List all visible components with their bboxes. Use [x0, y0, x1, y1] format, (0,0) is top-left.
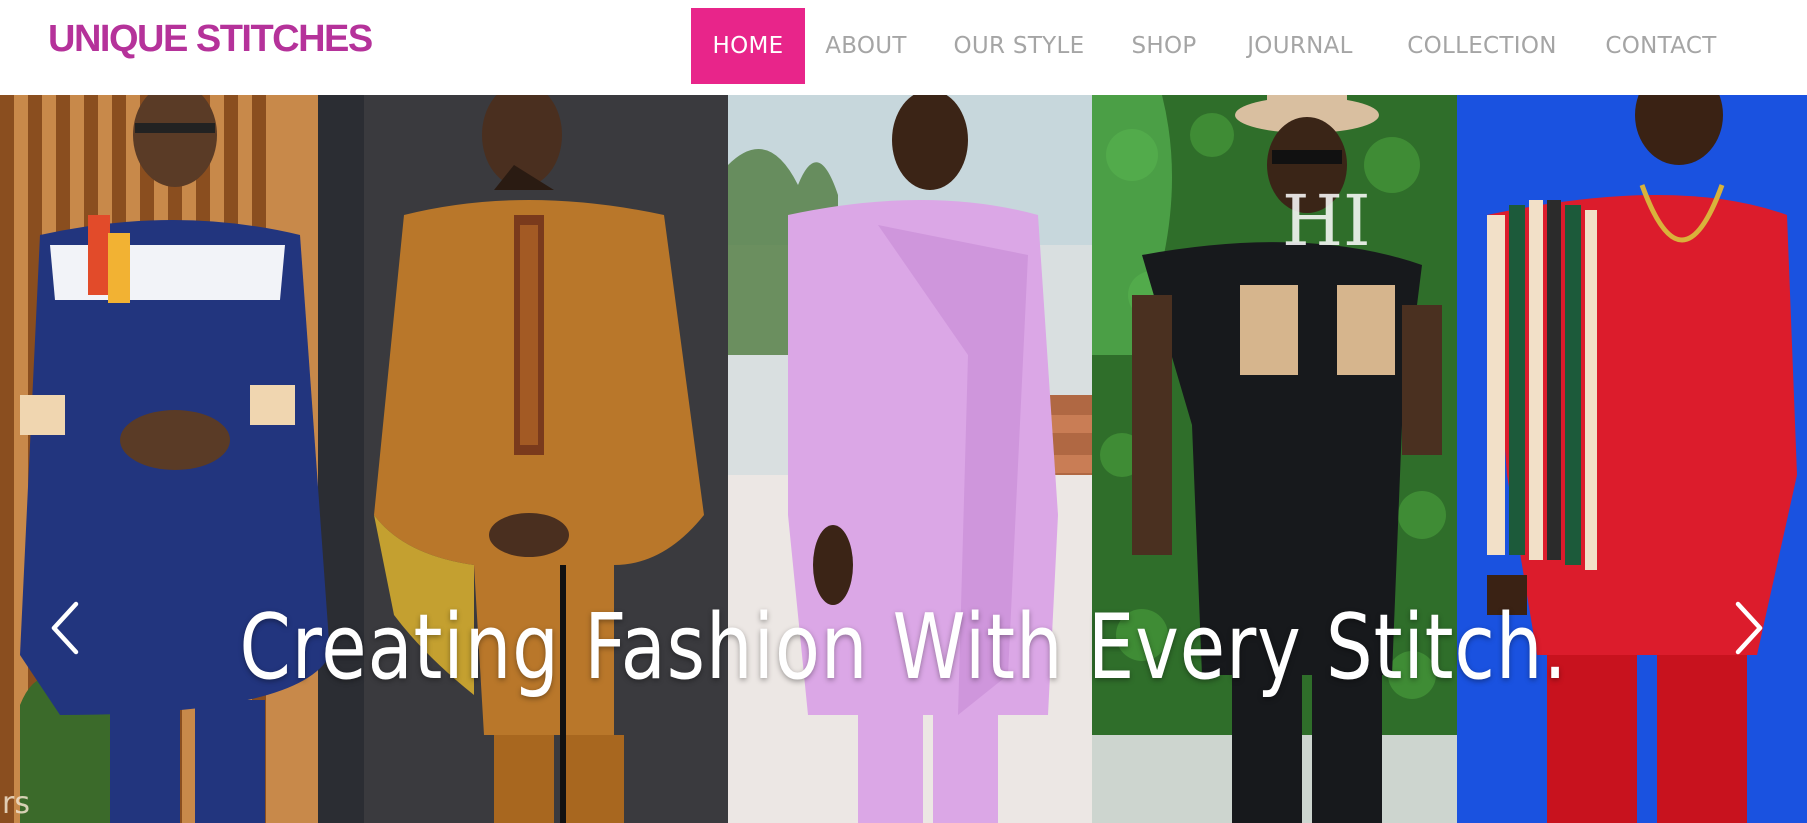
hero-photo-black-shirt-hat: HI — [1092, 95, 1457, 823]
watermark-text: rs — [2, 786, 30, 821]
chevron-left-icon[interactable] — [46, 598, 86, 658]
hero-slider: rs HI Creating Fashion With Every Stitch… — [0, 95, 1807, 823]
nav-item-home[interactable]: HOME — [691, 8, 805, 84]
nav-item-shop[interactable]: SHOP — [1123, 8, 1205, 84]
hero-photo-navy-outfit: rs — [0, 95, 364, 823]
nav-item-contact[interactable]: CONTACT — [1598, 8, 1724, 84]
svg-text:HI: HI — [1282, 180, 1371, 262]
hero-photo-lilac-kaftan — [728, 95, 1092, 823]
site-header: UNIQUE STITCHES HOME ABOUT OUR STYLE SHO… — [0, 0, 1807, 95]
hero-photo-mustard-agbada — [364, 95, 728, 823]
nav-item-about[interactable]: ABOUT — [810, 8, 922, 84]
nav-item-our-style[interactable]: OUR STYLE — [945, 8, 1093, 84]
chevron-right-icon[interactable] — [1728, 598, 1768, 658]
nav-item-collection[interactable]: COLLECTION — [1398, 8, 1566, 84]
main-nav: HOME ABOUT OUR STYLE SHOP JOURNAL COLLEC… — [0, 0, 1807, 95]
hero-photo-red-striped-outfit — [1457, 95, 1807, 823]
hero-caption: Creating Fashion With Every Stitch. — [239, 595, 1568, 700]
nav-item-journal[interactable]: JOURNAL — [1235, 8, 1365, 84]
